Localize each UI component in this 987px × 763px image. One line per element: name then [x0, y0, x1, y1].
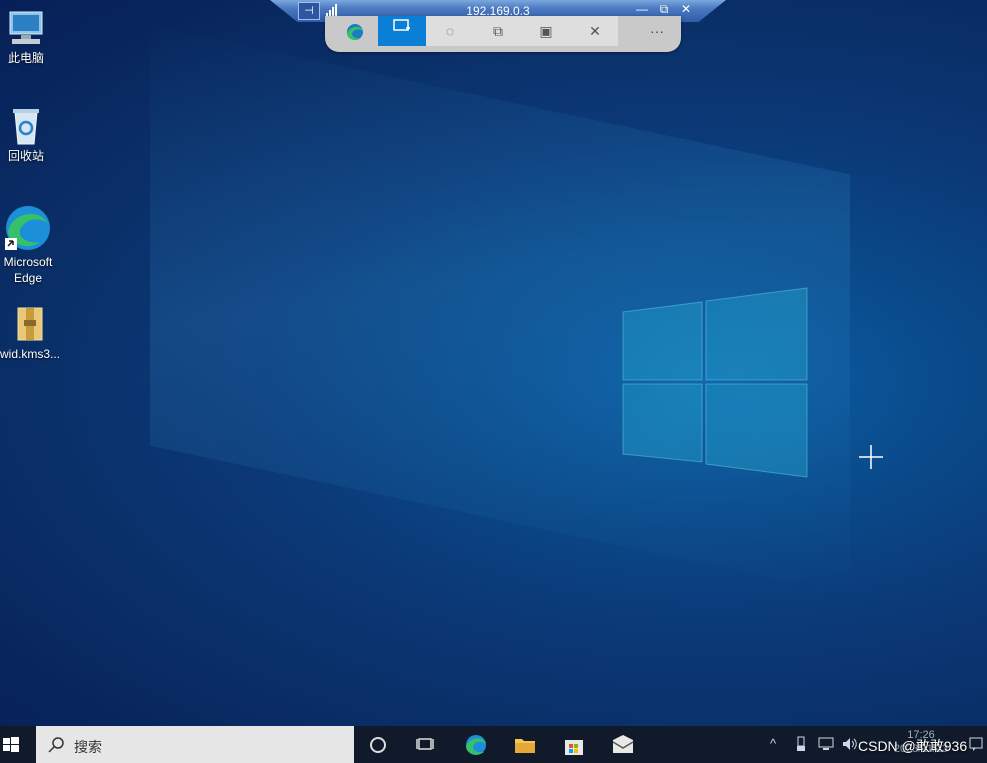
windows-wallpaper-logo — [622, 287, 808, 478]
recycle-bin-icon — [13, 109, 39, 145]
edge-icon — [5, 206, 50, 250]
computer-icon — [9, 11, 43, 44]
desktop-icon-label: Microsoft Edge — [3, 255, 53, 285]
rectangle-snip-button[interactable] — [378, 16, 426, 46]
cortana-icon[interactable] — [366, 733, 390, 757]
crosshair-cursor-icon — [859, 445, 883, 469]
edge-taskbar-icon[interactable] — [464, 733, 488, 757]
start-button[interactable] — [0, 726, 36, 763]
edge-icon — [347, 24, 363, 41]
desktop-icon-recycle-bin[interactable]: 回收站 — [0, 106, 52, 164]
desktop-icon-label: 此电脑 — [7, 51, 44, 65]
file-explorer-icon[interactable] — [513, 733, 537, 757]
fullscreen-snip-icon[interactable]: ▣ — [536, 21, 556, 41]
minimize-button[interactable]: — — [634, 2, 650, 16]
close-button[interactable]: ✕ — [678, 2, 694, 16]
task-view-icon[interactable] — [414, 733, 438, 757]
desktop-icon-this-pc[interactable]: 此电脑 — [0, 8, 52, 66]
desktop-icon-label: 回收站 — [7, 149, 44, 163]
desktop-icon-edge[interactable]: Microsoft Edge — [0, 204, 56, 286]
taskbar: 搜索 ^ 17:26 2023/11/23 — [0, 726, 987, 763]
snip-close-button[interactable]: ✕ — [585, 21, 605, 41]
network-icon[interactable] — [817, 736, 835, 752]
csdn-watermark: CSDN @敢敢936 — [858, 738, 968, 754]
search-placeholder: 搜索 — [74, 739, 102, 755]
notifications-icon[interactable] — [968, 736, 984, 752]
search-icon — [48, 737, 64, 753]
rectangle-snip-icon — [393, 19, 410, 31]
mail-icon[interactable] — [611, 733, 635, 757]
show-hidden-icons-button[interactable]: ^ — [770, 736, 776, 751]
archive-file-icon — [17, 307, 43, 341]
usb-icon[interactable] — [795, 736, 807, 752]
snip-toolbar: ◌ ⧉ ▣ ✕ ··· — [325, 16, 681, 52]
desktop-icon-label: wid.kms3... — [0, 347, 61, 361]
desktop-icon-file[interactable]: wid.kms3... — [0, 304, 60, 362]
volume-icon[interactable] — [841, 736, 859, 752]
window-snip-icon[interactable]: ⧉ — [488, 21, 508, 41]
more-options-button[interactable]: ··· — [647, 21, 667, 41]
restore-button[interactable]: ⧉ — [656, 2, 672, 17]
store-icon[interactable] — [562, 733, 586, 757]
taskbar-search[interactable]: 搜索 — [36, 726, 354, 763]
freeform-snip-icon[interactable]: ◌ — [440, 21, 460, 41]
